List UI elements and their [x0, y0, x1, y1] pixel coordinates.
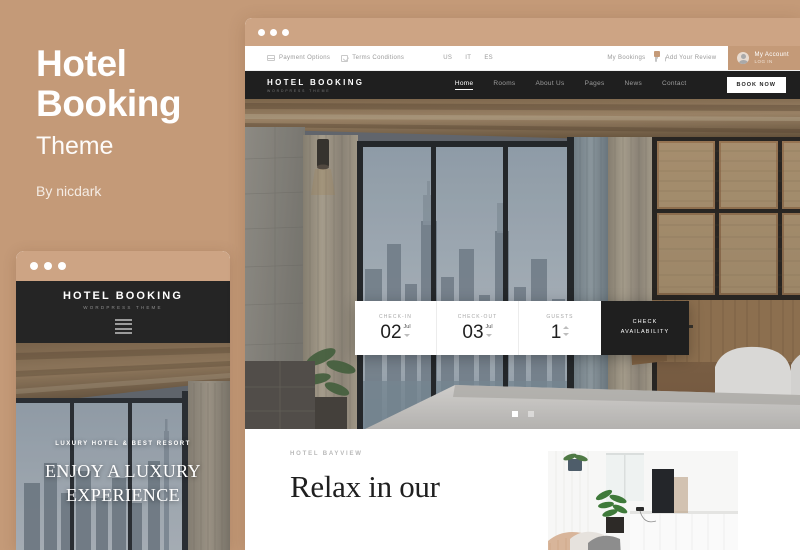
hamburger-icon[interactable]	[114, 318, 132, 335]
my-bookings-link[interactable]: My Bookings	[607, 55, 645, 61]
language-es[interactable]: ES	[483, 55, 494, 61]
nav-item-contact[interactable]: Contact	[662, 80, 687, 90]
checkin-month: Jul	[403, 324, 411, 330]
promo-subtitle: Theme	[36, 131, 114, 160]
topbar-left-group: Payment Options Terms Conditions US IT E…	[245, 54, 494, 62]
small-hero-heading-line1: ENJOY A LUXURY	[45, 461, 201, 481]
checkout-field[interactable]: CHECK-OUT 03 Jul	[437, 301, 519, 355]
guests-label: GUESTS	[546, 314, 574, 320]
window-dot-close[interactable]	[30, 262, 38, 270]
check-availability-line2: AVAILABILITY	[620, 329, 670, 335]
promo-panel: Hotel Booking Theme By nicdark	[36, 44, 236, 199]
language-it[interactable]: IT	[464, 55, 472, 61]
lower-kicker: HOTEL BAYVIEW	[290, 451, 363, 457]
site-logo[interactable]: HOTEL BOOKING WORDPRESS THEME	[267, 78, 364, 93]
window-dot-close[interactable]	[258, 28, 265, 36]
guests-stepper[interactable]	[563, 326, 570, 336]
promo-title-line2: Booking	[36, 82, 182, 124]
checkout-label: CHECK-OUT	[457, 314, 498, 320]
large-mockup-titlebar	[245, 18, 800, 46]
window-dot-maximize[interactable]	[282, 28, 289, 36]
check-availability-line1: CHECK	[632, 319, 658, 326]
small-hero-heading-line2: EXPERIENCE	[66, 485, 180, 506]
small-mockup-logo[interactable]: HOTEL BOOKING	[63, 290, 183, 302]
guests-value-row: 1	[551, 323, 570, 342]
checkin-day: 02	[380, 322, 402, 343]
chevron-down-icon[interactable]	[486, 334, 493, 337]
check-availability-button[interactable]: CHECK AVAILABILITY	[601, 301, 689, 355]
small-mockup-logo-subtitle: WORDPRESS THEME	[83, 304, 163, 310]
small-mockup-header: HOTEL BOOKING WORDPRESS THEME	[16, 281, 230, 343]
add-your-review-link[interactable]: Add Your Review	[666, 55, 717, 61]
window-dot-minimize[interactable]	[44, 262, 52, 270]
terms-conditions-link[interactable]: Terms Conditions	[341, 54, 405, 62]
booking-fields: CHECK-IN 02 Jul CHECK-OUT 03 Jul GUESTS …	[355, 301, 601, 355]
hero-slider: CHECK-IN 02 Jul CHECK-OUT 03 Jul GUESTS …	[245, 99, 800, 429]
terms-conditions-label: Terms Conditions	[352, 55, 405, 61]
checkout-day: 03	[462, 322, 484, 343]
checkin-value-row: 02 Jul	[380, 323, 410, 342]
checkin-label: CHECK-IN	[379, 314, 412, 320]
chevron-down-icon[interactable]	[404, 334, 411, 337]
language-us[interactable]: US	[442, 55, 453, 61]
nav-item-pages[interactable]: Pages	[585, 80, 605, 90]
topbar-right-group: My Bookings Add Your Review My Account L…	[607, 46, 800, 70]
account-name-label: My Account	[754, 51, 789, 58]
checkin-field[interactable]: CHECK-IN 02 Jul	[355, 301, 437, 355]
checkin-month-col: Jul	[404, 323, 411, 337]
checkout-month: Jul	[485, 324, 493, 330]
site-logo-text: HOTEL BOOKING	[267, 77, 365, 87]
chevron-down-icon[interactable]	[563, 333, 570, 336]
booking-widget: CHECK-IN 02 Jul CHECK-OUT 03 Jul GUESTS …	[355, 301, 689, 355]
lower-room-photo	[548, 451, 738, 550]
lower-content-section: HOTEL BAYVIEW Relax in our	[245, 429, 800, 550]
slider-indicators	[245, 411, 800, 417]
card-icon	[267, 55, 275, 61]
site-logo-subtitle: WORDPRESS THEME	[267, 88, 331, 93]
main-navigation-bar: HOTEL BOOKING WORDPRESS THEME Home Rooms…	[245, 71, 800, 99]
guests-field[interactable]: GUESTS 1	[519, 301, 601, 355]
avatar-icon	[737, 52, 750, 64]
guests-value: 1	[550, 322, 562, 343]
slider-dot-2[interactable]	[527, 411, 534, 417]
nav-item-about-us[interactable]: About Us	[535, 80, 564, 90]
book-now-button[interactable]: BOOK NOW	[726, 77, 786, 93]
cart-button[interactable]	[653, 51, 660, 62]
nav-item-home[interactable]: Home	[454, 80, 474, 90]
chevron-up-icon[interactable]	[563, 326, 570, 329]
lower-text-block: HOTEL BAYVIEW Relax in our	[290, 451, 440, 505]
lower-heading: Relax in our	[290, 469, 440, 504]
account-login-label: LOG IN	[754, 59, 773, 65]
window-dot-minimize[interactable]	[270, 28, 277, 36]
cart-badge	[653, 51, 660, 57]
top-utility-bar: Payment Options Terms Conditions US IT E…	[245, 46, 800, 71]
small-mockup-titlebar	[16, 251, 230, 281]
promo-title: Hotel Booking	[36, 44, 236, 124]
hero-photo	[245, 99, 800, 429]
slider-dot-1[interactable]	[511, 411, 518, 417]
nav-item-rooms[interactable]: Rooms	[493, 80, 515, 90]
checkbox-icon	[341, 54, 349, 62]
small-mockup-hero: LUXURY HOTEL & BEST RESORT ENJOY A LUXUR…	[16, 343, 230, 550]
account-text: My Account LOG IN	[754, 51, 789, 65]
large-browser-mockup: Payment Options Terms Conditions US IT E…	[245, 18, 800, 550]
promo-title-line1: Hotel	[36, 43, 127, 84]
checkout-month-col: Jul	[486, 323, 493, 337]
small-browser-mockup: HOTEL BOOKING WORDPRESS THEME LUXURY HOT…	[16, 251, 230, 550]
small-hero-kicker: LUXURY HOTEL & BEST RESORT	[55, 441, 191, 447]
nav-links: Home Rooms About Us Pages News Contact B…	[454, 77, 786, 93]
payment-options-label: Payment Options	[279, 55, 331, 61]
window-dot-maximize[interactable]	[58, 262, 66, 270]
payment-options-link[interactable]: Payment Options	[267, 55, 330, 61]
promo-author: By nicdark	[36, 182, 102, 199]
nav-item-news[interactable]: News	[625, 80, 642, 90]
my-account-button[interactable]: My Account LOG IN	[728, 46, 800, 70]
lower-photo-svg	[548, 451, 738, 550]
small-hero-text: LUXURY HOTEL & BEST RESORT ENJOY A LUXUR…	[16, 441, 230, 508]
checkout-value-row: 03 Jul	[462, 323, 492, 342]
